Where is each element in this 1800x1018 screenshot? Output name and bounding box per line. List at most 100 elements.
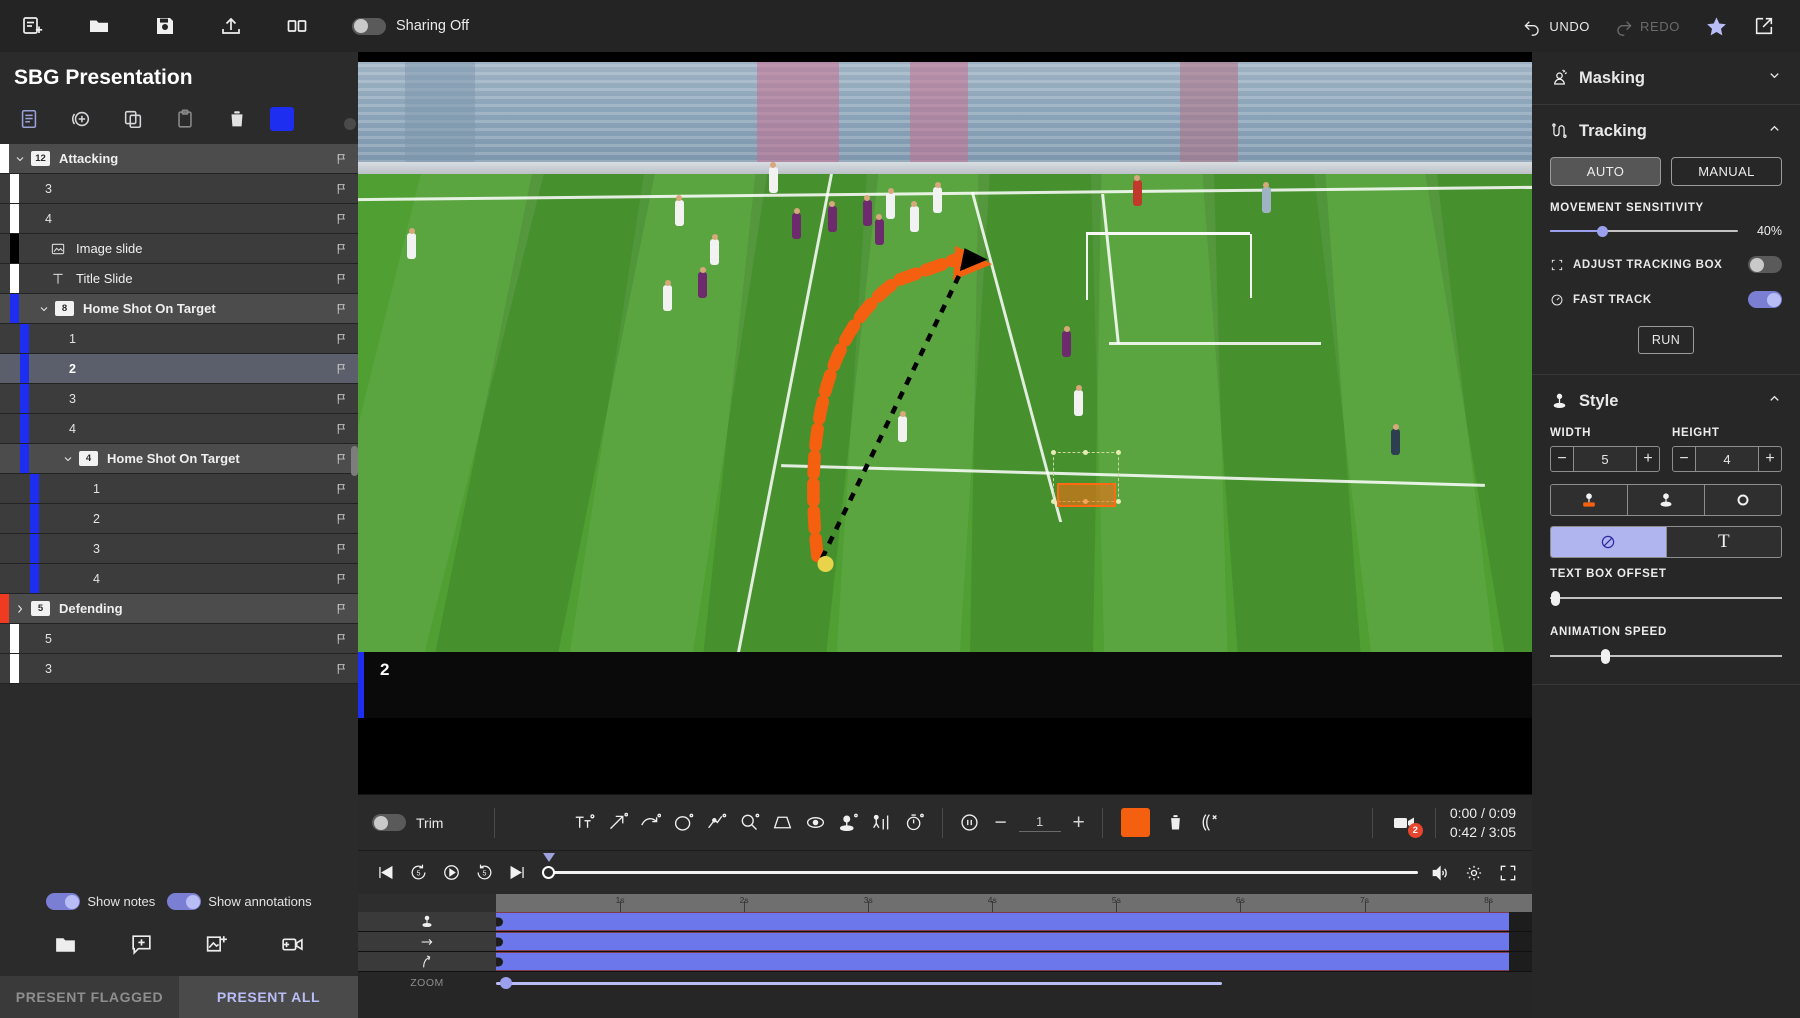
flag-icon[interactable] [335, 392, 348, 406]
tree-group-row[interactable]: 5 Defending [0, 594, 358, 624]
clip-handle[interactable] [496, 957, 503, 966]
tracking-box[interactable] [1056, 483, 1117, 507]
curved-arrow-icon[interactable] [635, 806, 667, 840]
tree-item-row[interactable]: 2 [0, 354, 358, 384]
tree-item-row[interactable]: 1 [0, 474, 358, 504]
chevron-right-icon[interactable] [9, 603, 31, 615]
tree-group-row[interactable]: 4 Home Shot On Target [0, 444, 358, 474]
fullscreen-icon[interactable] [1498, 863, 1518, 883]
pause-icon[interactable] [954, 806, 986, 840]
tree-item-row[interactable]: Title Slide [0, 264, 358, 294]
document-icon[interactable] [10, 104, 48, 134]
folder-icon[interactable] [53, 932, 78, 962]
stepper-decrement[interactable]: − [987, 808, 1015, 838]
timer-tool-icon[interactable] [899, 806, 931, 840]
spotlight-track-icon[interactable] [358, 912, 496, 931]
speed-handle[interactable] [1601, 648, 1611, 664]
spotlight-tool-icon[interactable] [833, 806, 865, 840]
settings-icon[interactable] [1464, 863, 1484, 883]
add-note-icon[interactable] [129, 932, 154, 962]
tree-group-row[interactable]: 8 Home Shot On Target [0, 294, 358, 324]
present-flagged-button[interactable]: PRESENT FLAGGED [0, 976, 179, 1018]
stepper-value[interactable]: 1 [1018, 814, 1061, 832]
flag-icon[interactable] [335, 482, 348, 496]
add-circle-icon[interactable] [62, 104, 100, 134]
filled-marker-icon[interactable] [1551, 485, 1628, 515]
new-slide-icon[interactable] [0, 0, 66, 52]
folder-open-icon[interactable] [66, 0, 132, 52]
timeline-lane[interactable] [496, 912, 1532, 931]
tree-item-row[interactable]: 4 [0, 414, 358, 444]
timeline-ruler[interactable]: 1s 2s 3s 4s 5s 6s 7s 8s [496, 894, 1532, 912]
sidebar-scrollbar-thumb[interactable] [351, 446, 358, 476]
timeline-lane[interactable] [496, 952, 1532, 971]
flag-icon[interactable] [335, 242, 348, 256]
save-icon[interactable] [132, 0, 198, 52]
eye-tool-icon[interactable] [800, 806, 832, 840]
skip-start-icon[interactable] [372, 860, 398, 886]
chevron-down-icon[interactable] [57, 453, 79, 465]
tracking-manual-button[interactable]: MANUAL [1671, 157, 1782, 186]
chevron-down-icon[interactable] [33, 303, 55, 315]
stepper-increment[interactable]: + [1065, 808, 1093, 838]
flag-icon[interactable] [335, 152, 348, 166]
flag-icon[interactable] [335, 182, 348, 196]
outline-marker-icon[interactable] [1628, 485, 1705, 515]
timeline-clip[interactable] [496, 912, 1510, 931]
tree-item-row[interactable]: 3 [0, 174, 358, 204]
freehand-tool-icon[interactable] [701, 806, 733, 840]
trash-icon[interactable] [218, 104, 256, 134]
play-icon[interactable] [438, 860, 464, 886]
tracking-header[interactable]: Tracking [1550, 105, 1782, 157]
magnify-tool-icon[interactable] [734, 806, 766, 840]
width-decrement[interactable]: − [1551, 447, 1573, 471]
tree-item-row[interactable]: 3 [0, 534, 358, 564]
masking-header[interactable]: Masking [1550, 52, 1782, 104]
tree-item-row[interactable]: 1 [0, 324, 358, 354]
sensitivity-handle[interactable] [1597, 225, 1609, 237]
undo-button[interactable]: UNDO [1513, 17, 1600, 36]
fast-track-toggle[interactable] [1748, 291, 1782, 308]
flag-icon[interactable] [335, 212, 348, 226]
paste-icon[interactable] [166, 104, 204, 134]
show-annotations-toggle[interactable] [167, 893, 202, 910]
tree-item-row[interactable]: 4 [0, 564, 358, 594]
timeline-clip[interactable] [496, 952, 1510, 971]
flag-icon[interactable] [335, 572, 348, 586]
flag-icon[interactable] [335, 542, 348, 556]
animation-speed-slider[interactable] [1550, 648, 1782, 664]
add-image-icon[interactable] [204, 932, 229, 962]
width-increment[interactable]: + [1637, 447, 1659, 471]
tracking-auto-button[interactable]: AUTO [1550, 157, 1661, 186]
chevron-up-icon[interactable] [1767, 391, 1782, 411]
circle-tool-icon[interactable] [668, 806, 700, 840]
zoom-slider[interactable] [496, 976, 1222, 990]
skip-end-icon[interactable] [504, 860, 530, 886]
upload-icon[interactable] [198, 0, 264, 52]
clear-annotations-icon[interactable] [1193, 806, 1225, 840]
curve-track-icon[interactable] [358, 952, 496, 971]
text-box-offset-slider[interactable] [1550, 590, 1782, 606]
flag-icon[interactable] [335, 512, 348, 526]
flag-icon[interactable] [335, 662, 348, 676]
forward-5-icon[interactable]: 5 [471, 860, 497, 886]
tree-item-row[interactable]: Image slide [0, 234, 358, 264]
zoom-handle[interactable] [500, 977, 512, 989]
flag-icon[interactable] [335, 362, 348, 376]
chevron-down-icon[interactable] [1767, 68, 1782, 88]
width-value[interactable]: 5 [1573, 447, 1637, 471]
flag-icon[interactable] [335, 272, 348, 286]
movement-sensitivity-slider[interactable]: 40% [1550, 224, 1782, 238]
present-all-button[interactable]: PRESENT ALL [179, 976, 358, 1018]
open-external-icon[interactable] [1742, 15, 1786, 37]
add-video-icon[interactable] [280, 932, 305, 962]
flag-icon[interactable] [335, 332, 348, 346]
clip-handle[interactable] [496, 937, 503, 946]
timeline-track-row[interactable] [358, 912, 1532, 932]
arrow-track-icon[interactable] [358, 932, 496, 951]
height-increment[interactable]: + [1759, 447, 1781, 471]
scrubber-handle[interactable] [542, 866, 555, 879]
timeline-track-row[interactable] [358, 932, 1532, 952]
height-decrement[interactable]: − [1673, 447, 1695, 471]
trash-icon[interactable] [1160, 806, 1192, 840]
